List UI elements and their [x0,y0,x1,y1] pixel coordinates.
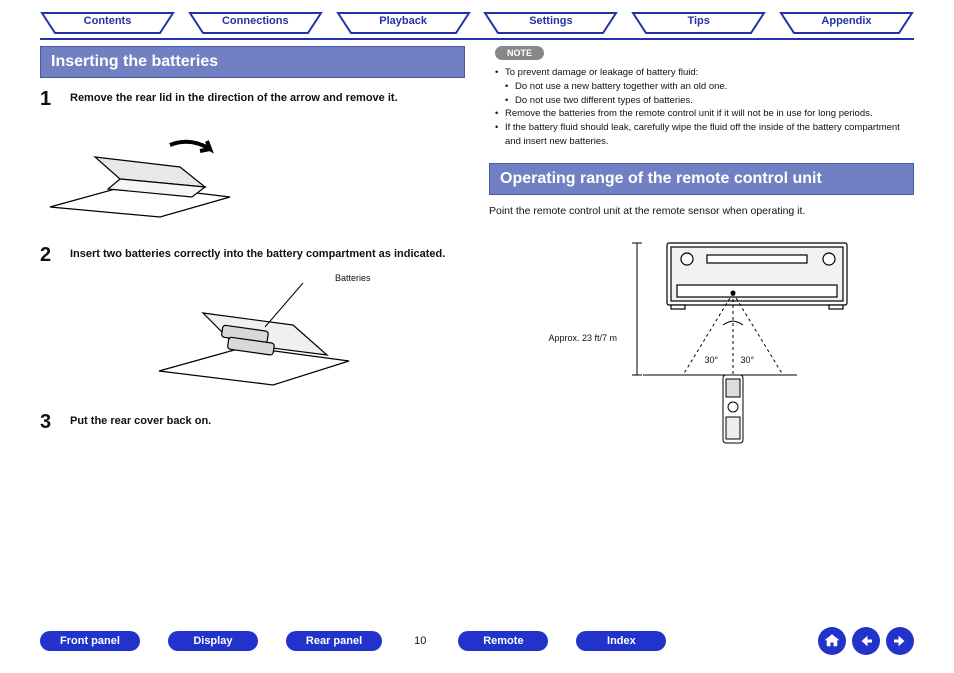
step-text: Put the rear cover back on. [70,411,211,434]
tab-label: Playback [379,15,427,27]
tab-connections[interactable]: Connections [188,12,323,34]
tab-label: Contents [84,15,132,27]
footer-front-panel-button[interactable]: Front panel [40,631,140,651]
footer-index-button[interactable]: Index [576,631,666,651]
top-tabs: Contents Connections Playback Settings T… [0,0,954,38]
step-1: 1 Remove the rear lid in the direction o… [40,88,465,111]
note-item: If the battery fluid should leak, carefu… [495,121,914,149]
note-item: To prevent damage or leakage of battery … [495,66,914,80]
tab-tips[interactable]: Tips [631,12,766,34]
footer-remote-button[interactable]: Remote [458,631,548,651]
note-item: Do not use a new battery together with a… [495,80,914,94]
step-text: Remove the rear lid in the direction of … [70,88,398,111]
illustration-operating-range: Approx. 23 ft/7 m 30° 30° [537,225,867,455]
tab-underline [40,38,914,40]
note-badge: NOTE [495,46,544,60]
home-icon [823,632,841,650]
note-list: To prevent damage or leakage of battery … [489,66,914,149]
illustration-remove-lid [40,127,240,227]
footer-bar: Front panel Display Rear panel 10 Remote… [0,627,954,655]
tab-label: Settings [529,15,572,27]
arrow-left-icon [857,632,875,650]
next-page-button[interactable] [886,627,914,655]
angle-left-label: 30° [705,355,719,365]
right-column: NOTE To prevent damage or leakage of bat… [489,46,914,455]
tab-label: Appendix [821,15,871,27]
tab-contents[interactable]: Contents [40,12,175,34]
step-number: 3 [40,411,58,434]
tab-label: Connections [222,15,289,27]
note-item: Do not use two different types of batter… [495,94,914,108]
prev-page-button[interactable] [852,627,880,655]
home-button[interactable] [818,627,846,655]
section-heading-range: Operating range of the remote control un… [489,163,914,195]
tab-playback[interactable]: Playback [336,12,471,34]
step-number: 1 [40,88,58,111]
batteries-callout-label: Batteries [335,273,371,283]
step-number: 2 [40,244,58,267]
footer-display-button[interactable]: Display [168,631,258,651]
footer-rear-panel-button[interactable]: Rear panel [286,631,382,651]
arrow-right-icon [891,632,909,650]
tab-settings[interactable]: Settings [483,12,618,34]
section-heading-batteries: Inserting the batteries [40,46,465,78]
page-number: 10 [410,635,430,647]
tab-appendix[interactable]: Appendix [779,12,914,34]
note-item: Remove the batteries from the remote con… [495,107,914,121]
tab-label: Tips [687,15,709,27]
step-text: Insert two batteries correctly into the … [70,244,445,267]
left-column: Inserting the batteries 1 Remove the rea… [40,46,465,455]
nav-icon-group [818,627,914,655]
range-description: Point the remote control unit at the rem… [489,205,914,217]
distance-label: Approx. 23 ft/7 m [549,333,618,343]
angle-right-label: 30° [741,355,755,365]
step-3: 3 Put the rear cover back on. [40,411,465,434]
illustration-insert-batteries: Batteries [153,277,353,397]
step-2: 2 Insert two batteries correctly into th… [40,244,465,267]
